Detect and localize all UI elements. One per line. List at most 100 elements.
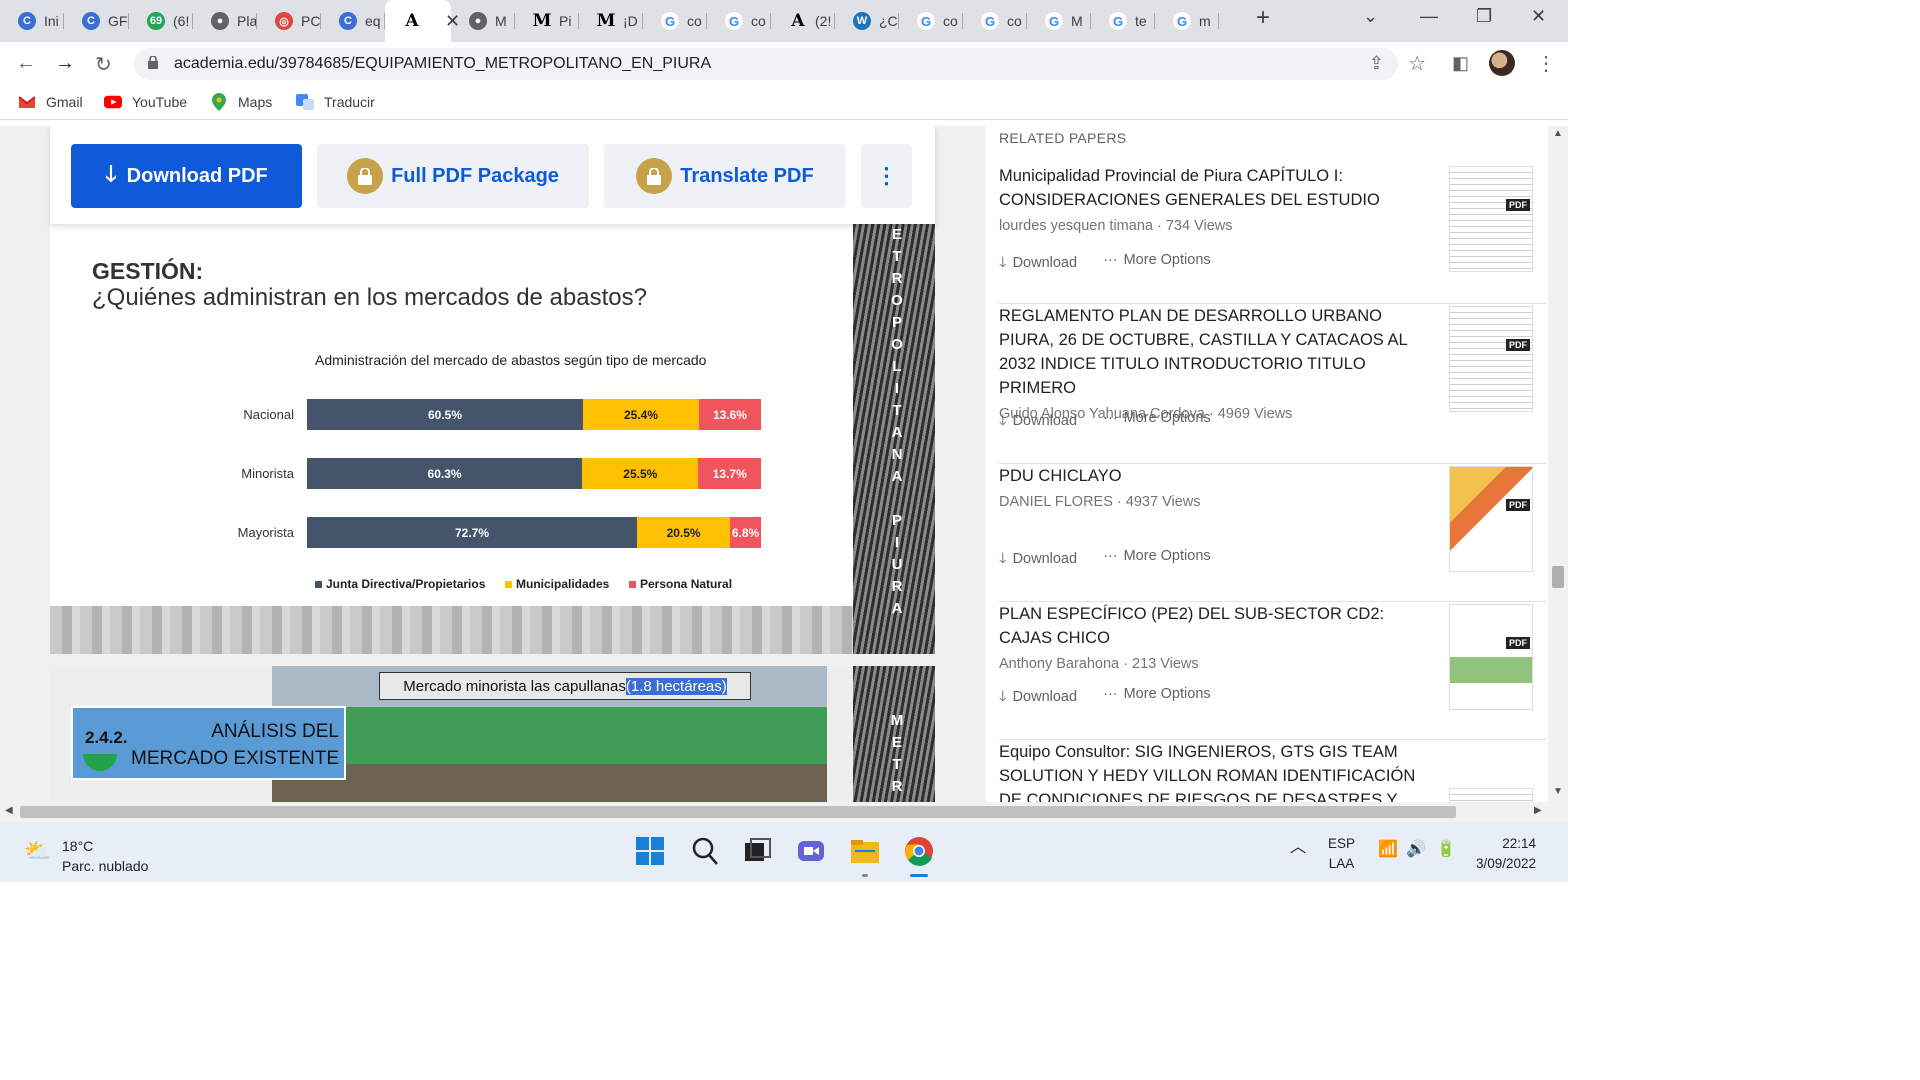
tab-17[interactable]: Gte (1091, 5, 1155, 37)
paper-download-link[interactable]: 🡓 Download (999, 686, 1077, 711)
paper-download-link[interactable]: 🡓 Download (999, 252, 1077, 277)
paper-download-link[interactable]: 🡓 Download (999, 548, 1077, 573)
paper-author[interactable]: lourdes yesquen timana (999, 218, 1153, 234)
tab-3[interactable]: ● Pla (193, 5, 257, 37)
tab-7[interactable]: ● M (451, 5, 515, 37)
tab-label: co (1007, 13, 1022, 29)
paper-title[interactable]: PLAN ESPECÍFICO (PE2) DEL SUB-SECTOR CD2… (999, 602, 1431, 650)
paper-title[interactable]: Equipo Consultor: SIG INGENIEROS, GTS GI… (999, 740, 1431, 802)
file-explorer-icon[interactable] (850, 836, 880, 866)
paper-title[interactable]: PDU CHICLAYO (999, 464, 1431, 488)
slide-market-analysis: METRO Mercado minorista las capullanas(1… (50, 666, 935, 802)
volume-icon[interactable]: 🔊 (1406, 840, 1426, 860)
horizontal-scroll-thumb[interactable] (20, 806, 1456, 818)
bookmark-star-icon[interactable]: ☆ (1408, 51, 1426, 76)
weather-widget[interactable]: 18°C Parc. nublado (62, 836, 148, 876)
tab-2[interactable]: 69 (6! (129, 5, 193, 37)
scroll-right-icon[interactable]: ▶ (1534, 805, 1542, 816)
tab-1[interactable]: C GF (64, 5, 129, 37)
bookmark-traducir[interactable]: Traducir (296, 94, 375, 110)
full-pdf-package-button[interactable]: Full PDF Package (317, 144, 589, 208)
restore-button[interactable]: ❐ (1476, 6, 1492, 27)
weather-icon[interactable]: ⛅ (24, 838, 51, 864)
forward-icon[interactable]: → (55, 52, 75, 75)
tab-12[interactable]: A (2! (771, 5, 835, 37)
scroll-left-icon[interactable]: ◀ (5, 805, 13, 816)
tab-5[interactable]: Ceq (321, 5, 385, 37)
tab-15[interactable]: Gco (963, 5, 1027, 37)
paper-more-options-link[interactable]: ··· More Options (1103, 548, 1211, 573)
document-viewer: 🡓 Download PDF Full PDF Package Translat… (0, 126, 985, 802)
tab-10[interactable]: Gco (643, 5, 707, 37)
chrome-icon[interactable] (904, 836, 934, 866)
paper-download-link[interactable]: 🡓 Download (999, 410, 1077, 435)
vertical-scroll-thumb[interactable] (1552, 566, 1564, 588)
academia-icon: A (791, 11, 805, 31)
side-panel-icon[interactable]: ◧ (1452, 53, 1469, 74)
tab-13[interactable]: W ¿C (835, 5, 899, 37)
horizontal-scrollbar[interactable]: ◀ ▶ (0, 802, 1568, 822)
vertical-scrollbar[interactable]: ▲ ▼ (1548, 126, 1568, 802)
tab-14[interactable]: Gco (899, 5, 963, 37)
paper-more-options-link[interactable]: ··· More Options (1103, 252, 1211, 277)
tab-6[interactable]: A ✕ (385, 0, 460, 42)
related-paper: Municipalidad Provincial de Piura CAPÍTU… (999, 164, 1547, 304)
scroll-up-icon[interactable]: ▲ (1553, 128, 1563, 139)
bookmark-gmail[interactable]: Gmail (18, 94, 83, 110)
clock[interactable]: 22:14 3/09/2022 (1476, 834, 1536, 874)
reload-icon[interactable]: ↻ (95, 52, 112, 77)
translate-pdf-button[interactable]: Translate PDF (604, 144, 846, 208)
download-pdf-button[interactable]: 🡓 Download PDF (71, 144, 302, 208)
paper-thumbnail[interactable]: PDF (1449, 466, 1533, 572)
paper-thumbnail[interactable]: PDF (1449, 306, 1533, 412)
teams-chat-icon[interactable] (796, 836, 826, 866)
tab-16[interactable]: GM (1027, 5, 1091, 37)
start-icon[interactable] (635, 836, 665, 866)
tab-label: co (687, 13, 702, 29)
tab-18[interactable]: Gm (1155, 5, 1219, 37)
caption-text: Mercado minorista las capullanas (403, 677, 626, 695)
more-options-button[interactable]: ⋮ (861, 144, 912, 208)
tab-11[interactable]: Gco (707, 5, 771, 37)
paper-title[interactable]: Municipalidad Provincial de Piura CAPÍTU… (999, 164, 1431, 212)
profile-avatar[interactable] (1489, 50, 1515, 76)
paper-more-options-link[interactable]: ··· More Options (1103, 686, 1211, 711)
tab-search-icon[interactable]: ⌄ (1363, 6, 1378, 27)
close-window-button[interactable]: ✕ (1531, 6, 1546, 27)
search-icon[interactable] (690, 836, 720, 866)
new-tab-button[interactable]: + (1256, 4, 1270, 32)
paper-thumbnail[interactable] (1449, 788, 1533, 802)
bar-segment: 25.5% (582, 458, 699, 489)
scroll-down-icon[interactable]: ▼ (1553, 786, 1563, 797)
browser-toolbar: ← → ↻ academia.edu/39784685/EQUIPAMIENTO… (0, 42, 1568, 86)
tab-9[interactable]: M ¡D (579, 5, 643, 37)
menu-icon[interactable]: ⋮ (1536, 51, 1556, 76)
task-view-icon[interactable] (742, 836, 772, 866)
share-icon[interactable]: ⇪ (1369, 53, 1384, 74)
paper-author[interactable]: DANIEL FLORES (999, 494, 1113, 510)
language-indicator[interactable]: ESP LAA (1328, 834, 1355, 874)
minimize-button[interactable]: — (1420, 6, 1438, 27)
wifi-icon[interactable]: 📶 (1378, 840, 1398, 860)
battery-icon[interactable]: 🔋 (1436, 840, 1456, 860)
paper-thumbnail[interactable]: PDF (1449, 166, 1533, 272)
tab-0[interactable]: C Ini (0, 5, 64, 37)
address-bar[interactable]: academia.edu/39784685/EQUIPAMIENTO_METRO… (134, 48, 1426, 80)
tab-4[interactable]: ◎ PC (257, 5, 321, 37)
download-arrow-icon: 🡓 (999, 255, 1011, 271)
related-paper: PLAN ESPECÍFICO (PE2) DEL SUB-SECTOR CD2… (999, 602, 1547, 740)
clock-time: 22:14 (1502, 836, 1537, 851)
paper-thumbnail[interactable]: PDF (1449, 604, 1533, 710)
google-icon: G (661, 12, 679, 30)
slide-background-photo (50, 606, 935, 654)
paper-title[interactable]: REGLAMENTO PLAN DE DESARROLLO URBANO PIU… (999, 304, 1431, 400)
bookmark-youtube[interactable]: YouTube (104, 94, 187, 110)
chevron-up-icon[interactable]: ︿ (1290, 838, 1306, 858)
paper-more-options-link[interactable]: ··· More Options (1103, 410, 1211, 435)
url-text: academia.edu/39784685/EQUIPAMIENTO_METRO… (174, 55, 712, 72)
bookmark-maps[interactable]: Maps (210, 93, 272, 111)
back-icon[interactable]: ← (16, 52, 36, 75)
bookmark-label: Gmail (46, 94, 83, 110)
paper-author[interactable]: Anthony Barahona (999, 656, 1119, 672)
tab-8[interactable]: M Pi (515, 5, 579, 37)
